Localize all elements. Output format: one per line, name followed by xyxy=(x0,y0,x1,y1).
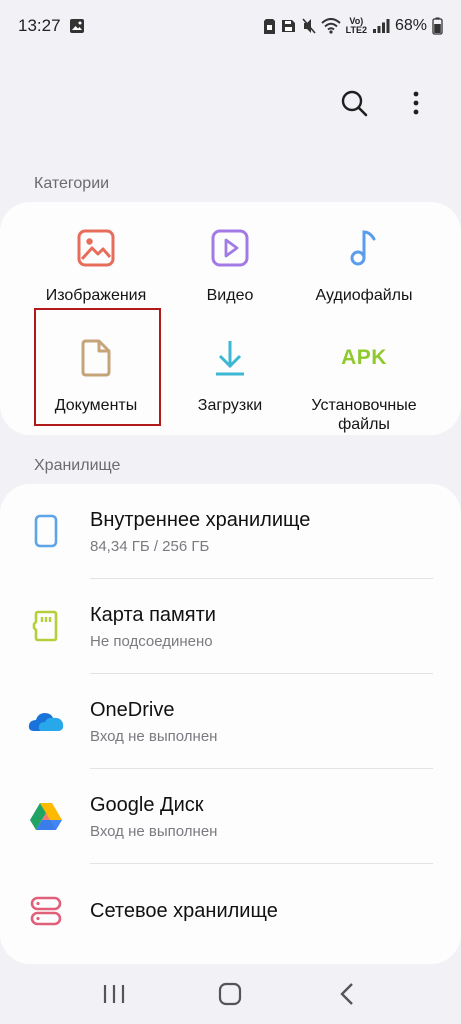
back-icon[interactable] xyxy=(330,977,364,1011)
category-installation-files[interactable]: APK Установочные файлы xyxy=(294,336,434,434)
category-label: Загрузки xyxy=(197,397,263,414)
category-label: Изображения xyxy=(45,287,147,304)
mute-icon xyxy=(302,18,316,34)
gallery-notification-icon xyxy=(69,18,85,34)
wifi-icon xyxy=(320,18,341,34)
category-audio[interactable]: Аудиофайлы xyxy=(294,226,434,305)
phone-icon xyxy=(28,513,64,549)
storage-title: Карта памяти xyxy=(90,603,216,626)
storage-subtitle: Вход не выполнен xyxy=(90,822,218,840)
storage-title: Внутреннее хранилище xyxy=(90,508,311,531)
category-downloads[interactable]: Загрузки xyxy=(160,336,300,415)
google-drive-icon xyxy=(28,798,64,834)
search-icon[interactable] xyxy=(337,86,371,120)
storage-item-google-drive[interactable]: Google Диск Вход не выполнен xyxy=(0,769,461,863)
onedrive-icon xyxy=(28,703,64,739)
category-documents[interactable]: Документы xyxy=(26,336,166,415)
storage-title: OneDrive xyxy=(90,698,175,721)
image-icon xyxy=(77,226,115,270)
home-icon[interactable] xyxy=(213,977,247,1011)
recents-icon[interactable] xyxy=(97,977,131,1011)
music-note-icon xyxy=(347,226,381,270)
category-label: Документы xyxy=(54,397,138,414)
storage-subtitle: Не подсоединено xyxy=(90,632,213,650)
categories-card: Изображения Видео Аудиофайлы Документы З… xyxy=(0,202,461,435)
network-storage-icon xyxy=(28,893,64,929)
category-video[interactable]: Видео xyxy=(160,226,300,305)
storage-subtitle: 84,34 ГБ / 256 ГБ xyxy=(90,537,210,555)
storage-title: Сетевое хранилище xyxy=(90,900,278,922)
volte-indicator: Vo) LTE2 xyxy=(345,16,367,35)
video-icon xyxy=(211,226,249,270)
storage-subtitle: Вход не выполнен xyxy=(90,727,218,745)
storage-title: Google Диск xyxy=(90,793,204,816)
category-label: Установочные файлы xyxy=(311,397,417,433)
storage-card: Внутреннее хранилище 84,34 ГБ / 256 ГБ К… xyxy=(0,484,461,964)
categories-heading: Категории xyxy=(34,175,110,192)
download-icon xyxy=(213,336,247,380)
category-images[interactable]: Изображения xyxy=(26,226,166,305)
document-icon xyxy=(79,336,113,380)
sd-card-icon xyxy=(28,608,64,644)
navigation-bar xyxy=(0,964,461,1024)
storage-item-network[interactable]: Сетевое хранилище xyxy=(0,864,461,958)
sim-card-icon xyxy=(263,18,276,35)
signal-icon xyxy=(372,18,390,34)
status-bar: 13:27 Vo) LTE2 68% xyxy=(0,0,461,52)
more-vertical-icon[interactable] xyxy=(399,86,433,120)
save-alert-icon xyxy=(281,18,297,34)
category-label: Видео xyxy=(206,287,254,304)
battery-percent: 68% xyxy=(394,17,427,34)
storage-heading: Хранилище xyxy=(34,457,121,474)
category-label: Аудиофайлы xyxy=(315,287,413,304)
toolbar xyxy=(337,86,433,120)
storage-item-memory-card[interactable]: Карта памяти Не подсоединено xyxy=(0,579,461,673)
storage-item-onedrive[interactable]: OneDrive Вход не выполнен xyxy=(0,674,461,768)
status-time: 13:27 xyxy=(18,16,61,35)
battery-icon xyxy=(432,17,443,35)
apk-icon: APK xyxy=(341,346,387,369)
storage-item-internal[interactable]: Внутреннее хранилище 84,34 ГБ / 256 ГБ xyxy=(0,484,461,578)
